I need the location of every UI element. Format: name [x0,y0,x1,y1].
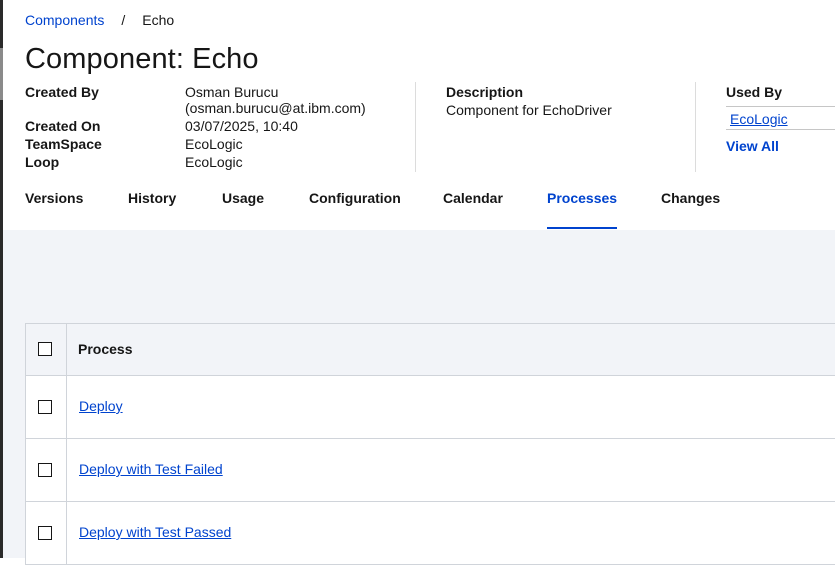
tab-changes[interactable]: Changes [661,190,720,230]
teamspace-value: EcoLogic [185,136,243,152]
table-row: Deploy [26,376,835,439]
created-by-name: Osman Burucu [185,84,279,100]
tab-history-label: History [128,190,177,206]
breadcrumb-separator: / [121,12,126,28]
select-all-checkbox[interactable] [38,342,52,356]
row-checkbox[interactable] [38,463,52,477]
description-value: Component for EchoDriver [446,102,612,118]
active-tab-indicator [547,227,618,229]
table-row: Deploy with Test Failed [26,439,835,502]
loop-label: Loop [25,154,60,170]
left-rail-handle [0,48,3,100]
column-separator [66,376,67,438]
tab-versions-label: Versions [25,190,84,206]
tab-configuration[interactable]: Configuration [309,190,401,230]
tab-usage-label: Usage [222,190,265,206]
row-checkbox[interactable] [38,526,52,540]
tab-changes-label: Changes [661,190,721,206]
tab-calendar[interactable]: Calendar [443,190,503,230]
column-separator [66,439,67,501]
used-by-list-bottom-border [726,129,835,130]
table-header-row: Process [26,324,835,376]
teamspace-label: TeamSpace [25,136,102,152]
tab-calendar-label: Calendar [443,190,503,206]
details-divider-1 [415,82,416,172]
table-row: Deploy with Test Passed [26,502,835,564]
column-separator [66,502,67,564]
breadcrumb-current: Echo [142,12,175,28]
row-checkbox[interactable] [38,400,52,414]
breadcrumb-components-link[interactable]: Components [25,12,104,28]
created-by-email: (osman.burucu@at.ibm.com) [185,100,366,116]
tab-processes[interactable]: Processes [547,190,618,230]
process-link[interactable]: Deploy [79,398,123,414]
tab-processes-label: Processes [547,190,618,206]
process-link[interactable]: Deploy with Test Passed [79,524,231,540]
processes-table: Process Deploy Deploy with Test Failed D… [25,323,835,565]
description-label: Description [446,84,524,100]
page-title: Component: Echo [25,43,259,75]
tab-history[interactable]: History [128,190,176,230]
loop-value: EcoLogic [185,154,243,170]
used-by-ecologic-link[interactable]: EcoLogic [730,111,788,127]
tab-usage[interactable]: Usage [222,190,264,230]
tab-versions[interactable]: Versions [25,190,83,230]
used-by-label: Used By [726,84,783,100]
tab-configuration-label: Configuration [309,190,401,206]
column-separator [66,324,67,375]
created-on-value: 03/07/2025, 10:40 [185,118,298,134]
process-column-header[interactable]: Process [78,341,132,357]
details-divider-2 [695,82,696,172]
created-by-label: Created By [25,84,99,100]
process-link[interactable]: Deploy with Test Failed [79,461,223,477]
used-by-list-top-border [726,106,835,107]
created-on-label: Created On [25,118,101,134]
view-all-link[interactable]: View All [726,138,779,154]
breadcrumb: Components / Echo [25,12,174,28]
